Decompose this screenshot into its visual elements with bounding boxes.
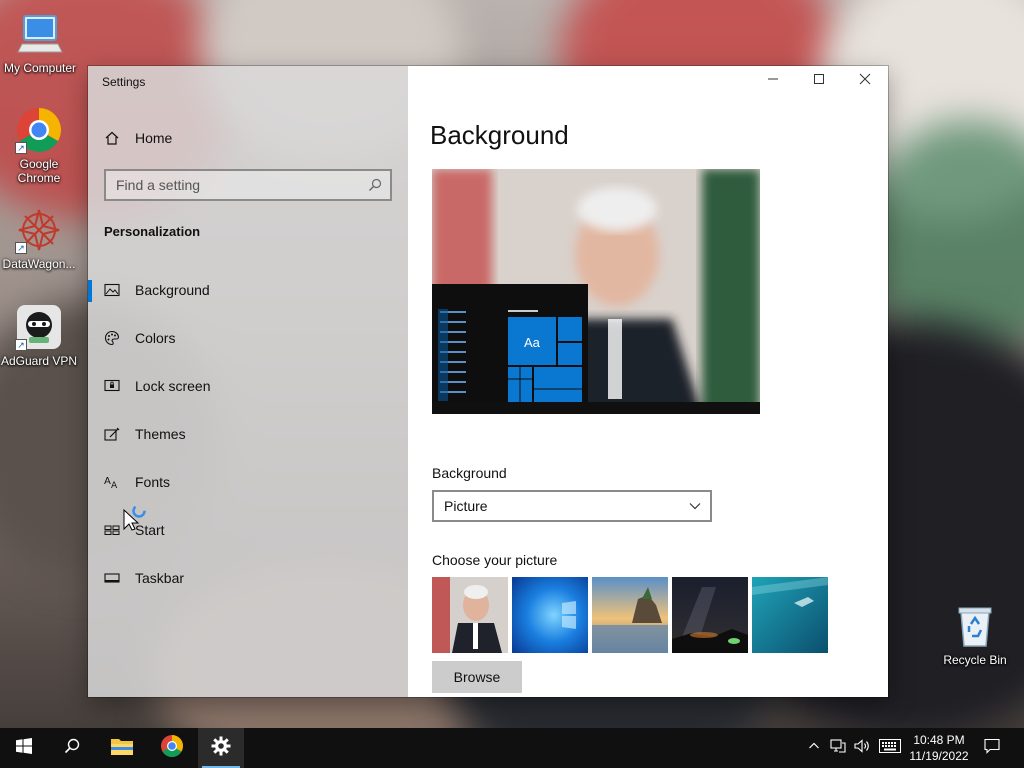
palette-icon xyxy=(104,330,120,346)
browse-button[interactable]: Browse xyxy=(432,661,522,693)
shortcut-arrow-icon: ↗ xyxy=(15,142,27,154)
desktop-icon-label: My Computer xyxy=(3,61,77,75)
show-hidden-icons-button[interactable] xyxy=(804,728,824,768)
start-button[interactable] xyxy=(0,728,48,768)
shortcut-arrow-icon: ↗ xyxy=(15,339,27,351)
datawagon-icon: ↗ xyxy=(15,206,63,254)
desktop-icon-label: Recycle Bin xyxy=(943,653,1007,667)
minimize-button[interactable] xyxy=(750,66,796,96)
nav-item-colors[interactable]: Colors xyxy=(88,318,408,358)
desktop-icon-google-chrome[interactable]: ↗ Google Chrome xyxy=(0,106,79,185)
background-label: Background xyxy=(432,465,507,481)
desktop-icon-my-computer[interactable]: My Computer xyxy=(0,10,80,75)
speaker-icon xyxy=(854,738,870,759)
nav-item-label: Taskbar xyxy=(135,570,185,586)
clock-date: 11/19/2022 xyxy=(909,749,969,763)
network-tray-button[interactable] xyxy=(826,728,850,768)
start-icon xyxy=(104,522,120,538)
picture-thumbnail[interactable] xyxy=(512,577,588,653)
taskbar-chrome[interactable] xyxy=(148,728,196,768)
shortcut-arrow-icon: ↗ xyxy=(15,242,27,254)
nav-item-fonts[interactable]: AA Fonts xyxy=(88,462,408,502)
picture-thumbnail[interactable] xyxy=(672,577,748,653)
close-button[interactable] xyxy=(842,66,888,96)
taskbar-clock[interactable]: 10:48 PM 11/19/2022 xyxy=(906,732,972,764)
background-type-value: Picture xyxy=(444,498,488,514)
settings-nav-pane: Settings Home Find a setting Personaliza… xyxy=(88,66,408,697)
picture-icon xyxy=(104,282,120,298)
recycle-bin-icon xyxy=(951,602,999,650)
search-icon xyxy=(368,178,382,195)
svg-text:A: A xyxy=(111,481,118,490)
desktop-icon-label: Google Chrome xyxy=(17,157,61,185)
maximize-button[interactable] xyxy=(796,66,842,96)
home-icon xyxy=(104,130,120,146)
preview-picture xyxy=(432,169,760,414)
desktop-icon-recycle-bin[interactable]: Recycle Bin xyxy=(935,602,1015,667)
taskbar-icon xyxy=(104,570,120,586)
search-placeholder: Find a setting xyxy=(116,177,201,193)
keyboard-icon xyxy=(879,738,901,758)
themes-icon xyxy=(104,426,120,442)
section-heading: Personalization xyxy=(104,224,201,239)
nav-item-label: Themes xyxy=(135,426,186,442)
desktop-icon-label: DataWagon... xyxy=(2,257,76,271)
nav-item-label: Background xyxy=(135,282,210,298)
nav-item-lock-screen[interactable]: Lock screen xyxy=(88,366,408,406)
notification-icon xyxy=(984,738,1000,759)
search-input[interactable]: Find a setting xyxy=(104,169,392,201)
nav-item-label: Fonts xyxy=(135,474,171,490)
settings-window: Settings Home Find a setting Personaliza… xyxy=(88,66,888,697)
desktop-icon-label: AdGuard VPN xyxy=(0,354,78,368)
taskbar-settings[interactable] xyxy=(198,728,244,768)
chrome-icon: ↗ xyxy=(15,106,63,154)
chrome-icon xyxy=(160,734,184,763)
svg-text:A: A xyxy=(104,476,111,487)
adguard-vpn-icon: ↗ xyxy=(15,303,63,351)
action-center-button[interactable] xyxy=(976,728,1008,768)
folder-icon xyxy=(110,736,134,761)
windows-logo-icon xyxy=(16,737,32,759)
nav-item-label: Lock screen xyxy=(135,378,211,394)
nav-item-label: Colors xyxy=(135,330,176,346)
page-title: Background xyxy=(430,120,569,150)
desktop-icon-adguard-vpn[interactable]: ↗ AdGuard VPN xyxy=(0,303,79,368)
close-icon xyxy=(859,72,871,90)
background-type-dropdown[interactable]: Picture xyxy=(432,490,712,522)
chevron-up-icon xyxy=(808,739,820,757)
background-preview: Aa xyxy=(432,169,760,414)
choose-picture-label: Choose your picture xyxy=(432,552,558,568)
lock-screen-icon xyxy=(104,378,120,394)
preview-tile-label: Aa xyxy=(524,335,540,350)
nav-item-themes[interactable]: Themes xyxy=(88,414,408,454)
picture-thumbnail[interactable] xyxy=(752,577,828,653)
nav-home[interactable]: Home xyxy=(88,118,408,158)
taskbar-file-explorer[interactable] xyxy=(98,728,146,768)
mouse-cursor xyxy=(123,503,147,531)
taskbar: 10:48 PM 11/19/2022 xyxy=(0,728,1024,768)
clock-time: 10:48 PM xyxy=(913,733,965,747)
gear-icon xyxy=(211,736,231,761)
desktop-icon-datawagon[interactable]: ↗ DataWagon... xyxy=(0,206,79,271)
volume-tray-button[interactable] xyxy=(850,728,874,768)
fonts-icon: AA xyxy=(104,474,120,490)
settings-content-pane: Background Aa Background Picture Choose … xyxy=(408,66,888,697)
minimize-icon xyxy=(767,72,779,90)
computer-icon xyxy=(16,10,64,58)
taskbar-search-button[interactable] xyxy=(48,728,96,768)
maximize-icon xyxy=(813,72,825,90)
window-title: Settings xyxy=(102,75,146,89)
keyboard-tray-button[interactable] xyxy=(876,728,904,768)
picture-thumbnail[interactable] xyxy=(592,577,668,653)
nav-home-label: Home xyxy=(135,130,173,146)
chevron-down-icon xyxy=(688,499,702,516)
network-icon xyxy=(830,738,846,759)
nav-item-taskbar[interactable]: Taskbar xyxy=(88,558,408,598)
nav-item-background[interactable]: Background xyxy=(88,270,408,310)
picture-thumbnail[interactable] xyxy=(432,577,508,653)
search-icon xyxy=(64,738,80,759)
